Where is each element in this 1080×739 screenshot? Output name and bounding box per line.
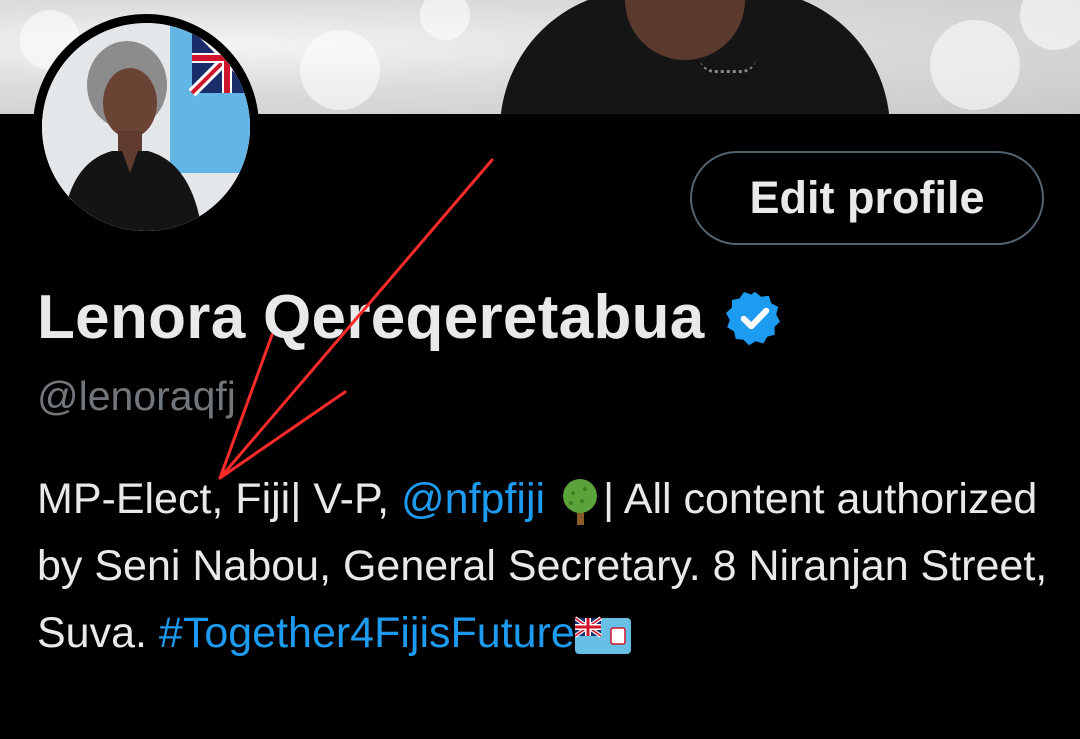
fiji-flag-emoji-icon	[574, 615, 631, 654]
profile-name: Lenora Qereqeretabua	[37, 283, 705, 352]
banner-bokeh	[930, 20, 1020, 110]
mention-link-nfpfiji[interactable]: @nfpfiji	[401, 475, 545, 523]
banner-bokeh	[300, 30, 380, 110]
verified-badge-icon[interactable]	[725, 288, 785, 348]
edit-profile-button[interactable]: Edit profile	[690, 151, 1044, 245]
bio-text-1: MP-Elect, Fiji| V-P,	[37, 475, 402, 523]
banner-bokeh	[420, 0, 470, 40]
hashtag-link[interactable]: #Together4FijisFuture	[159, 609, 575, 657]
profile-bio: MP-Elect, Fiji| V-P, @nfpfiji | All cont…	[37, 466, 1057, 667]
edit-profile-label: Edit profile	[749, 172, 985, 223]
banner-necklace	[700, 58, 756, 73]
profile-name-row: Lenora Qereqeretabua	[37, 282, 785, 353]
avatar-photo	[42, 23, 250, 231]
profile-handle: @lenoraqfj	[37, 373, 236, 419]
tree-emoji-icon	[563, 478, 598, 525]
avatar[interactable]	[42, 23, 250, 231]
banner-bokeh	[1020, 0, 1080, 50]
